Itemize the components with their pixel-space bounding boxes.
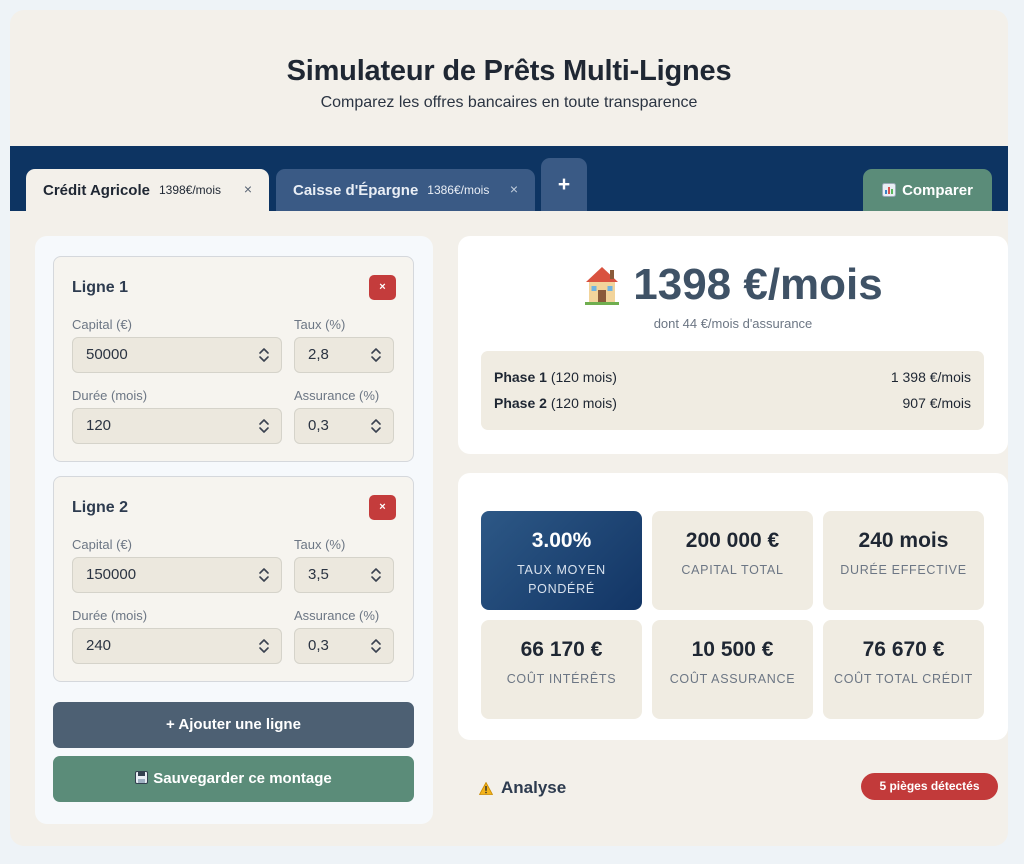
stat-taux-moyen: 3.00% TAUX MOYEN PONDÉRÉ: [481, 511, 642, 610]
phases-box: Phase 1 (120 mois) 1 398 €/mois Phase 2 …: [481, 351, 984, 430]
floppy-disk-icon: [135, 771, 149, 784]
phase-name: Phase 1: [494, 369, 547, 385]
stat-cout-total-credit: 76 670 € COÛT TOTAL CRÉDIT: [823, 620, 984, 719]
stat-value: 3.00%: [531, 529, 592, 552]
spinner-arrows-icon[interactable]: [370, 637, 382, 655]
taux-value: 2,8: [308, 346, 329, 363]
pitfalls-badge: 5 pièges détectés: [861, 773, 998, 800]
monthly-amount: 1398 €/mois: [633, 260, 883, 309]
add-tab-button[interactable]: +: [541, 158, 587, 211]
phase-name: Phase 2: [494, 395, 547, 411]
phase-row: Phase 2 (120 mois) 907 €/mois: [494, 395, 971, 415]
taux-input[interactable]: 2,8: [294, 337, 394, 373]
capital-value: 150000: [86, 566, 137, 583]
duree-value: 120: [86, 417, 112, 434]
analysis-title: Analyse: [479, 778, 566, 798]
stat-label: TAUX MOYEN PONDÉRÉ: [517, 563, 606, 596]
phase-duration: (120 mois): [550, 369, 617, 385]
capital-input[interactable]: 50000: [72, 337, 282, 373]
stat-label: DURÉE EFFECTIVE: [840, 563, 967, 577]
duree-input[interactable]: 120: [72, 408, 282, 444]
stat-label: CAPITAL TOTAL: [681, 563, 784, 577]
bank-tab-bar: Crédit Agricole 1398€/mois × Caisse d'Ép…: [10, 146, 1008, 211]
spinner-arrows-icon[interactable]: [258, 637, 270, 655]
line-title: Ligne 1: [72, 279, 129, 296]
save-setup-button[interactable]: Sauvegarder ce montage: [53, 756, 414, 802]
save-label: Sauvegarder ce montage: [153, 770, 332, 787]
add-line-button[interactable]: + Ajouter une ligne: [53, 702, 414, 748]
stats-grid: 3.00% TAUX MOYEN PONDÉRÉ 200 000 € CAPIT…: [458, 473, 1008, 740]
stat-value: 76 670 €: [862, 638, 945, 661]
loan-lines-panel: Ligne 1 × Capital (€) 50000 Taux (%) 2,8…: [35, 236, 433, 824]
phase-row: Phase 1 (120 mois) 1 398 €/mois: [494, 369, 971, 389]
capital-input[interactable]: 150000: [72, 557, 282, 593]
tab-label: Crédit Agricole: [43, 181, 150, 199]
page-header: Simulateur de Prêts Multi-Lignes Compare…: [10, 10, 1008, 146]
phase-value: 1 398 €/mois: [890, 369, 971, 385]
stat-value: 240 mois: [858, 529, 949, 552]
stat-value: 10 500 €: [691, 638, 774, 661]
spinner-arrows-icon[interactable]: [258, 346, 270, 364]
spinner-arrows-icon[interactable]: [370, 417, 382, 435]
delete-line-button[interactable]: ×: [369, 275, 396, 300]
spinner-arrows-icon[interactable]: [258, 417, 270, 435]
spinner-arrows-icon[interactable]: [370, 566, 382, 584]
assurance-input[interactable]: 0,3: [294, 408, 394, 444]
tab-close-icon[interactable]: ×: [510, 181, 518, 197]
assurance-input[interactable]: 0,3: [294, 628, 394, 664]
assurance-value: 0,3: [308, 417, 329, 434]
assurance-label: Assurance (%): [294, 388, 380, 403]
duree-label: Durée (mois): [72, 608, 148, 623]
stat-duree-effective: 240 mois DURÉE EFFECTIVE: [823, 511, 984, 610]
tab-caisse-epargne[interactable]: Caisse d'Épargne 1386€/mois ×: [276, 169, 535, 211]
spinner-arrows-icon[interactable]: [258, 566, 270, 584]
warning-icon: [479, 781, 493, 795]
analysis-title-text: Analyse: [501, 778, 567, 797]
assurance-label: Assurance (%): [294, 608, 380, 623]
loan-line-card: Ligne 2 × Capital (€) 150000 Taux (%) 3,…: [53, 476, 414, 682]
line-title: Ligne 2: [72, 499, 129, 516]
simulator-card: Simulateur de Prêts Multi-Lignes Compare…: [10, 10, 1008, 846]
tab-label: Caisse d'Épargne: [293, 181, 419, 199]
capital-label: Capital (€): [72, 537, 132, 552]
compare-button[interactable]: Comparer: [863, 169, 992, 211]
tab-monthly-amount: 1386€/mois: [427, 183, 490, 197]
stat-capital-total: 200 000 € CAPITAL TOTAL: [652, 511, 813, 610]
taux-label: Taux (%): [294, 537, 346, 552]
stat-label: COÛT INTÉRÊTS: [506, 672, 617, 686]
stat-cout-interets: 66 170 € COÛT INTÉRÊTS: [481, 620, 642, 719]
taux-input[interactable]: 3,5: [294, 557, 394, 593]
loan-line-card: Ligne 1 × Capital (€) 50000 Taux (%) 2,8…: [53, 256, 414, 462]
phase-duration: (120 mois): [550, 395, 617, 411]
tab-monthly-amount: 1398€/mois: [158, 183, 222, 197]
compare-label: Comparer: [902, 181, 973, 199]
tab-close-icon[interactable]: ×: [244, 181, 252, 197]
insurance-note: dont 44 €/mois d'assurance: [653, 316, 813, 331]
monthly-payment: 1398 €/mois: [458, 260, 1008, 310]
page-title: Simulateur de Prêts Multi-Lignes: [286, 55, 732, 87]
monthly-summary-card: 1398 €/mois dont 44 €/mois d'assurance P…: [458, 236, 1008, 454]
delete-line-button[interactable]: ×: [369, 495, 396, 520]
chart-icon: [882, 183, 897, 197]
duree-input[interactable]: 240: [72, 628, 282, 664]
stat-label: COÛT ASSURANCE: [669, 672, 796, 686]
house-icon: [585, 267, 620, 305]
taux-value: 3,5: [308, 566, 329, 583]
tab-credit-agricole[interactable]: Crédit Agricole 1398€/mois ×: [26, 169, 269, 211]
page-subtitle: Comparez les offres bancaires en toute t…: [320, 94, 698, 111]
duree-value: 240: [86, 637, 112, 654]
stat-label: COÛT TOTAL CRÉDIT: [834, 672, 973, 686]
duree-label: Durée (mois): [72, 388, 148, 403]
phase-value: 907 €/mois: [902, 395, 971, 411]
stat-cout-assurance: 10 500 € COÛT ASSURANCE: [652, 620, 813, 719]
assurance-value: 0,3: [308, 637, 329, 654]
spinner-arrows-icon[interactable]: [370, 346, 382, 364]
stat-value: 200 000 €: [685, 529, 780, 552]
analysis-section[interactable]: Analyse 5 pièges détectés: [458, 761, 1008, 817]
capital-label: Capital (€): [72, 317, 132, 332]
stat-value: 66 170 €: [520, 638, 603, 661]
capital-value: 50000: [86, 346, 128, 363]
taux-label: Taux (%): [294, 317, 346, 332]
